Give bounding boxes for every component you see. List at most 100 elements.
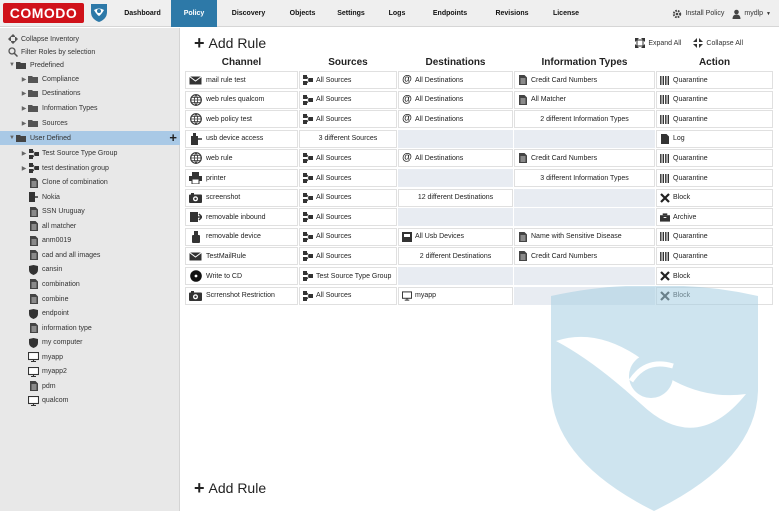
header-sources[interactable]: Sources: [299, 57, 397, 68]
rule-action-cell[interactable]: Quarantine: [656, 227, 773, 246]
tree-user-defined[interactable]: ▼ User Defined +: [0, 131, 180, 145]
rule-row[interactable]: web policy test All Sources @ All Destinati…: [185, 110, 773, 129]
rule-info-type-cell[interactable]: Credit Card Numbers: [514, 71, 655, 89]
rule-action-cell[interactable]: Quarantine: [656, 247, 773, 266]
rule-action-cell[interactable]: Block: [656, 267, 773, 285]
tree-user-item[interactable]: SSN Uruguay: [0, 205, 180, 219]
rule-destination-cell[interactable]: @ All Destinations: [398, 149, 513, 168]
rule-row[interactable]: web rule All Sources @ All Destinations Cred…: [185, 149, 773, 168]
tree-item-destinations[interactable]: ▶ Destinations: [0, 87, 180, 101]
rule-info-type-cell[interactable]: 2 different Information Types: [514, 110, 655, 129]
rule-info-type-cell[interactable]: 3 different Information Types: [514, 169, 655, 187]
tree-user-item[interactable]: Clone of combination: [0, 176, 180, 190]
tree-item-compliance[interactable]: ▶ Compliance: [0, 72, 180, 86]
rule-destination-cell[interactable]: @ All Destinations: [398, 71, 513, 89]
tree-user-item[interactable]: all matcher: [0, 219, 180, 233]
rule-action-cell[interactable]: Quarantine: [656, 149, 773, 168]
rule-destination-cell[interactable]: [398, 208, 513, 227]
tree-user-item[interactable]: cad and all images: [0, 248, 180, 262]
rule-action-cell[interactable]: Quarantine: [656, 110, 773, 129]
rule-source-cell[interactable]: All Sources: [299, 227, 397, 246]
expand-right-icon[interactable]: ▶: [20, 105, 28, 112]
rule-destination-cell[interactable]: [398, 129, 513, 148]
rule-row[interactable]: mail rule test All Sources @ All Destinatio…: [185, 71, 773, 89]
rule-destination-cell[interactable]: All Usb Devices: [398, 227, 513, 246]
rule-source-cell[interactable]: All Sources: [299, 71, 397, 89]
tree-user-item[interactable]: myapp2: [0, 365, 180, 379]
expand-all-button[interactable]: Expand All: [635, 38, 681, 48]
expand-right-icon[interactable]: ▶: [20, 165, 28, 172]
tree-user-item[interactable]: pdm: [0, 379, 180, 393]
rule-source-cell[interactable]: Test Source Type Group: [299, 267, 397, 285]
rule-source-cell[interactable]: All Sources: [299, 188, 397, 207]
header-destinations[interactable]: Destinations: [398, 57, 513, 68]
expand-right-icon[interactable]: ▶: [20, 76, 28, 83]
tree-user-item[interactable]: ▶ test destination group: [0, 161, 180, 175]
rule-row[interactable]: usb device access 3 different Sources Log: [185, 129, 773, 148]
expand-down-icon[interactable]: ▼: [8, 62, 16, 68]
expand-right-icon[interactable]: ▶: [20, 90, 28, 97]
nav-tab-revisions[interactable]: Revisions: [483, 0, 541, 27]
tree-user-item[interactable]: my computer: [0, 336, 180, 350]
rule-info-type-cell[interactable]: [514, 129, 655, 148]
rule-action-cell[interactable]: Quarantine: [656, 71, 773, 89]
rule-destination-cell[interactable]: [398, 169, 513, 187]
rule-destination-cell[interactable]: myapp: [398, 286, 513, 305]
tree-item-information-types[interactable]: ▶ Information Types: [0, 101, 180, 115]
add-rule-button-bottom[interactable]: + Add Rule: [194, 479, 266, 497]
rule-source-cell[interactable]: All Sources: [299, 208, 397, 227]
collapse-all-button[interactable]: Collapse All: [693, 38, 743, 48]
nav-tab-dashboard[interactable]: Dashboard: [114, 0, 171, 27]
rule-channel-cell[interactable]: removable device: [185, 227, 298, 246]
rule-source-cell[interactable]: All Sources: [299, 90, 397, 109]
rule-info-type-cell[interactable]: Credit Card Numbers: [514, 149, 655, 168]
rule-action-cell[interactable]: Archive: [656, 208, 773, 227]
header-information-types[interactable]: Information Types: [514, 57, 655, 68]
expand-down-icon[interactable]: ▼: [8, 135, 16, 141]
rule-row[interactable]: Write to CD Test Source Type Group Block: [185, 267, 773, 285]
tree-user-item[interactable]: combine: [0, 292, 180, 306]
add-item-button[interactable]: +: [169, 131, 177, 144]
rule-source-cell[interactable]: 3 different Sources: [299, 129, 397, 148]
rule-source-cell[interactable]: All Sources: [299, 110, 397, 129]
rule-destination-cell[interactable]: @ All Destinations: [398, 90, 513, 109]
rule-source-cell[interactable]: All Sources: [299, 169, 397, 187]
nav-tab-discovery[interactable]: Discovery: [217, 0, 280, 27]
tree-user-item[interactable]: information type: [0, 321, 180, 335]
rule-destination-cell[interactable]: 2 different Destinations: [398, 247, 513, 266]
rule-info-type-cell[interactable]: All Matcher: [514, 90, 655, 109]
tree-user-item[interactable]: qualcom: [0, 394, 180, 408]
tree-predefined[interactable]: ▼ Predefined: [0, 58, 180, 72]
collapse-inventory-button[interactable]: Collapse Inventory: [0, 32, 180, 46]
rule-channel-cell[interactable]: mail rule test: [185, 71, 298, 89]
tree-item-sources[interactable]: ▶ Sources: [0, 116, 180, 130]
rule-channel-cell[interactable]: web rules qualcom: [185, 90, 298, 109]
rule-row[interactable]: removable inbound All Sources Archive: [185, 208, 773, 227]
tree-user-item[interactable]: anm0019: [0, 234, 180, 248]
rule-info-type-cell[interactable]: Credit Card Numbers: [514, 247, 655, 266]
rule-channel-cell[interactable]: printer: [185, 169, 298, 187]
rule-row[interactable]: TestMailRule All Sources 2 different Desti…: [185, 247, 773, 266]
nav-tab-settings[interactable]: Settings: [325, 0, 377, 27]
nav-tab-endpoints[interactable]: Endpoints: [417, 0, 483, 27]
rule-action-cell[interactable]: Quarantine: [656, 169, 773, 187]
expand-right-icon[interactable]: ▶: [20, 120, 28, 127]
tree-user-item[interactable]: Nokia: [0, 190, 180, 204]
nav-tab-license[interactable]: License: [541, 0, 591, 27]
rule-source-cell[interactable]: All Sources: [299, 247, 397, 266]
tree-user-item[interactable]: ▶ Test Source Type Group: [0, 147, 180, 161]
header-action[interactable]: Action: [656, 57, 773, 68]
rule-channel-cell[interactable]: usb device access: [185, 129, 298, 148]
rule-source-cell[interactable]: All Sources: [299, 286, 397, 305]
install-policy-button[interactable]: Install Policy: [672, 9, 724, 19]
filter-rules-button[interactable]: Filter Roles by selection: [0, 45, 180, 59]
add-rule-button-top[interactable]: + Add Rule: [194, 34, 266, 52]
rule-channel-cell[interactable]: web policy test: [185, 110, 298, 129]
rule-action-cell[interactable]: Log: [656, 129, 773, 148]
expand-right-icon[interactable]: ▶: [20, 150, 28, 157]
rule-destination-cell[interactable]: 12 different Destinations: [398, 188, 513, 207]
rule-channel-cell[interactable]: TestMailRule: [185, 247, 298, 266]
rule-row[interactable]: web rules qualcom All Sources @ All Destina…: [185, 90, 773, 109]
rule-channel-cell[interactable]: Scrrenshot Restriction: [185, 286, 298, 305]
rule-destination-cell[interactable]: @ All Destinations: [398, 110, 513, 129]
